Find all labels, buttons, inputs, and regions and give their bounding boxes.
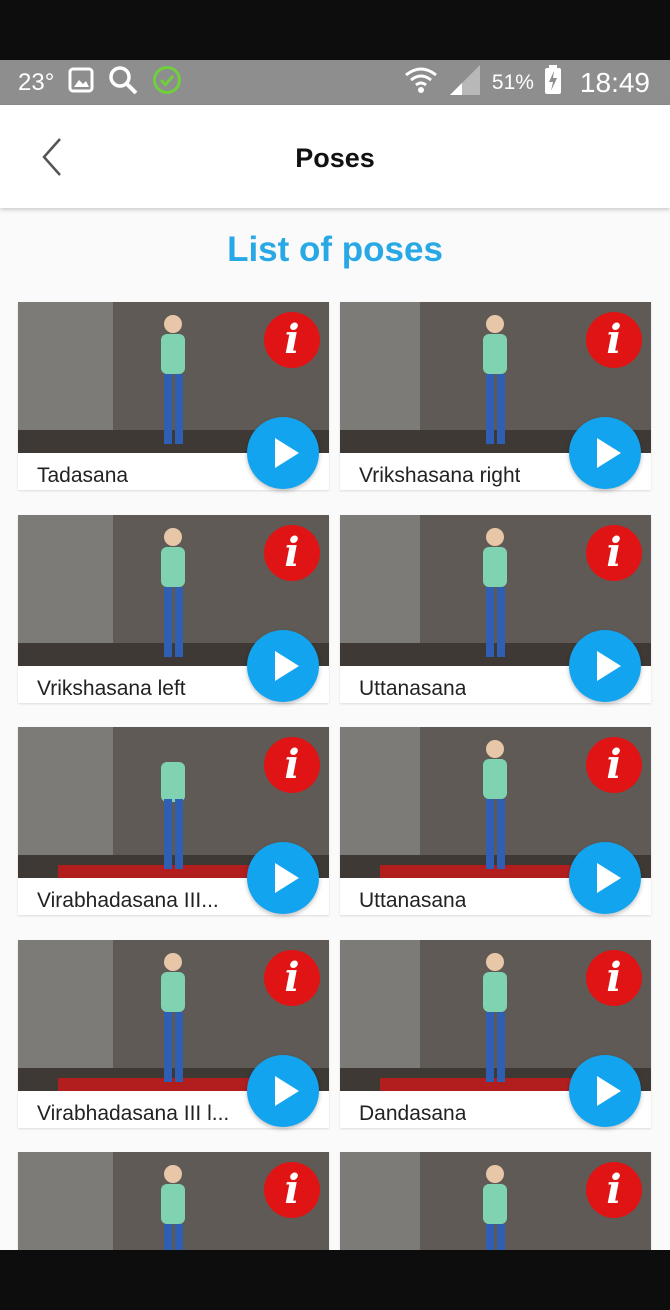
clock: 18:49 [579, 66, 650, 98]
battery-charging-icon [544, 65, 562, 100]
play-icon [275, 1076, 299, 1106]
signal-icon [448, 65, 482, 100]
info-button[interactable]: i [264, 1162, 320, 1218]
pose-card[interactable]: i [18, 1152, 329, 1250]
play-button[interactable] [247, 630, 319, 702]
top-bezel [0, 0, 670, 60]
play-icon [597, 1076, 621, 1106]
info-button[interactable]: i [264, 525, 320, 581]
info-button[interactable]: i [586, 950, 642, 1006]
pose-label: Vrikshasana right [359, 464, 521, 487]
info-button[interactable]: i [264, 950, 320, 1006]
info-button[interactable]: i [586, 525, 642, 581]
pose-label: Uttanasana [359, 677, 467, 700]
check-circle-icon [152, 65, 182, 100]
info-button[interactable]: i [586, 1162, 642, 1218]
info-button[interactable]: i [264, 312, 320, 368]
info-button[interactable]: i [264, 737, 320, 793]
pose-card[interactable]: i [340, 1152, 651, 1250]
pose-label: Dandasana [359, 1102, 467, 1125]
battery-percent: 51% [491, 70, 534, 94]
info-button[interactable]: i [586, 312, 642, 368]
pose-label: Virabhadasana III... [37, 889, 219, 912]
pose-card[interactable]: i Vrikshasana right [340, 302, 651, 490]
play-icon [275, 438, 299, 468]
play-button[interactable] [569, 842, 641, 914]
play-button[interactable] [247, 842, 319, 914]
bottom-bezel [0, 1250, 670, 1310]
play-button[interactable] [247, 417, 319, 489]
play-icon [597, 438, 621, 468]
pose-label: Virabhadasana III l... [37, 1102, 230, 1125]
play-button[interactable] [569, 630, 641, 702]
pose-card[interactable]: i Dandasana [340, 940, 651, 1128]
pose-card[interactable]: i Tadasana [18, 302, 329, 490]
play-icon [597, 863, 621, 893]
status-bar: 23° 51% 18:49 [0, 60, 670, 105]
pose-card[interactable]: i Uttanasana [340, 727, 651, 915]
pose-label: Uttanasana [359, 889, 467, 912]
pose-card[interactable]: i Vrikshasana left [18, 515, 329, 703]
play-button[interactable] [569, 1055, 641, 1127]
content-area: List of poses i Tadasana i Vrikshasana righ… [0, 208, 670, 1250]
list-heading: List of poses [227, 230, 443, 269]
play-icon [275, 651, 299, 681]
image-icon [68, 67, 94, 98]
play-button[interactable] [569, 417, 641, 489]
search-icon [108, 65, 138, 100]
play-icon [275, 863, 299, 893]
wifi-icon [404, 65, 438, 100]
pose-card[interactable]: i Virabhadasana III l... [18, 940, 329, 1128]
app-bar: Poses [0, 105, 670, 208]
pose-card[interactable]: i Virabhadasana III... [18, 727, 329, 915]
pose-label: Vrikshasana left [37, 677, 186, 700]
pose-card[interactable]: i Uttanasana [340, 515, 651, 703]
play-button[interactable] [247, 1055, 319, 1127]
info-button[interactable]: i [586, 737, 642, 793]
play-icon [597, 651, 621, 681]
temperature-text: 23° [18, 68, 55, 96]
pose-label: Tadasana [37, 464, 129, 487]
page-title: Poses [295, 143, 375, 173]
